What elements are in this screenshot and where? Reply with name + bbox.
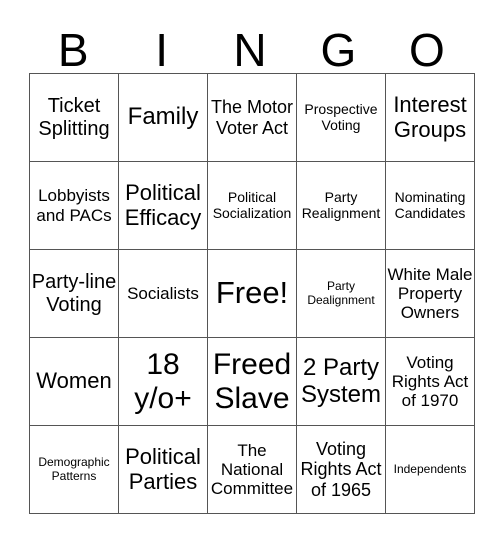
bingo-cell[interactable]: Demographic Patterns bbox=[29, 425, 119, 514]
bingo-cell[interactable]: Political Efficacy bbox=[118, 161, 208, 250]
bingo-cell[interactable]: Family bbox=[118, 73, 208, 162]
bingo-cell[interactable]: Voting Rights Act of 1970 bbox=[385, 337, 475, 426]
bingo-cell[interactable]: The Motor Voter Act bbox=[207, 73, 297, 162]
header-letter-i: I bbox=[155, 24, 168, 76]
header-letter-o: O bbox=[408, 24, 445, 76]
bingo-card: Ticket Splitting Family The Motor Voter … bbox=[29, 73, 475, 514]
bingo-row: Lobbyists and PACs Political Efficacy Po… bbox=[29, 161, 475, 250]
header-letter-n: N bbox=[233, 24, 267, 76]
bingo-cell[interactable]: Lobbyists and PACs bbox=[29, 161, 119, 250]
header-letter-b: B bbox=[57, 24, 89, 76]
bingo-cell[interactable]: Party Dealignment bbox=[296, 249, 386, 338]
bingo-cell[interactable]: Political Parties bbox=[118, 425, 208, 514]
bingo-cell[interactable]: The National Committee bbox=[207, 425, 297, 514]
bingo-row: Women 18 y/o+ Freed Slave 2 Party System… bbox=[29, 337, 475, 426]
bingo-cell[interactable]: 18 y/o+ bbox=[118, 337, 208, 426]
bingo-cell[interactable]: Socialists bbox=[118, 249, 208, 338]
bingo-cell[interactable]: Party-line Voting bbox=[29, 249, 119, 338]
bingo-row: Demographic Patterns Political Parties T… bbox=[29, 425, 475, 514]
bingo-cell[interactable]: Prospective Voting bbox=[296, 73, 386, 162]
bingo-cell[interactable]: 2 Party System bbox=[296, 337, 386, 426]
bingo-cell[interactable]: Freed Slave bbox=[207, 337, 297, 426]
bingo-cell[interactable]: Political Socialization bbox=[207, 161, 297, 250]
bingo-cell[interactable]: Party Realignment bbox=[296, 161, 386, 250]
bingo-cell[interactable]: Nominating Candidates bbox=[385, 161, 475, 250]
bingo-cell[interactable]: White Male Property Owners bbox=[385, 249, 475, 338]
bingo-row: Ticket Splitting Family The Motor Voter … bbox=[29, 73, 475, 162]
header-letter-g: G bbox=[320, 24, 357, 76]
bingo-cell[interactable]: Voting Rights Act of 1965 bbox=[296, 425, 386, 514]
bingo-row: Party-line Voting Socialists Free! Party… bbox=[29, 249, 475, 338]
bingo-cell[interactable]: Women bbox=[29, 337, 119, 426]
bingo-cell[interactable]: Independents bbox=[385, 425, 475, 514]
bingo-cell[interactable]: Interest Groups bbox=[385, 73, 475, 162]
bingo-header: B I N G O bbox=[29, 24, 471, 76]
free-space[interactable]: Free! bbox=[207, 249, 297, 338]
bingo-cell[interactable]: Ticket Splitting bbox=[29, 73, 119, 162]
